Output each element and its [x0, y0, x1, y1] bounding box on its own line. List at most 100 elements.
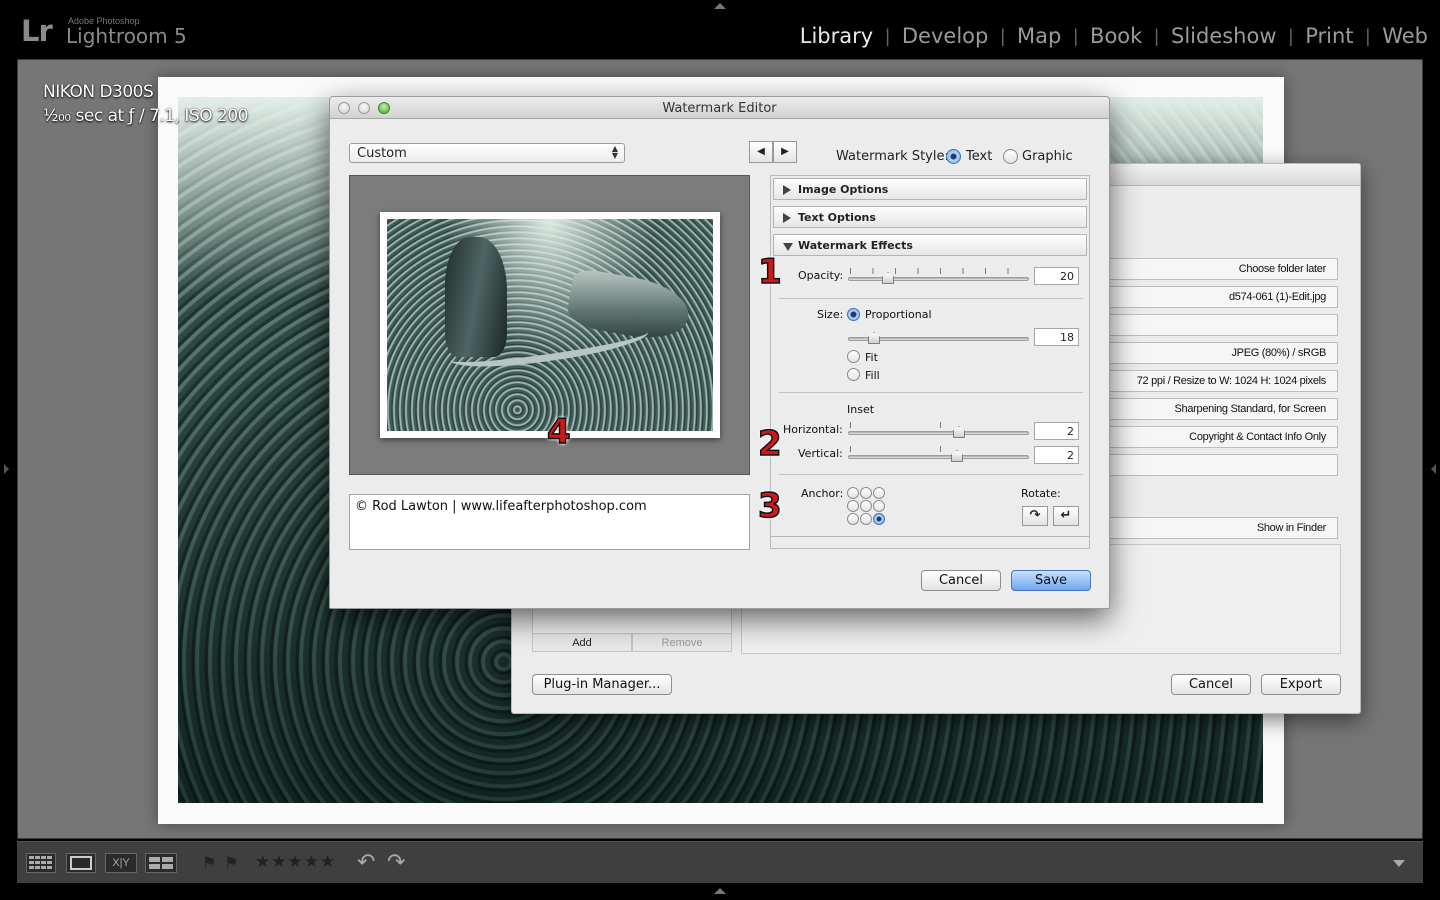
divider	[779, 392, 1083, 393]
rotate-right-icon[interactable]: ↷	[387, 849, 405, 875]
size-slider-thumb[interactable]	[868, 332, 880, 344]
anchor-top-center[interactable]	[860, 487, 872, 499]
text-options-header[interactable]: Text Options	[773, 206, 1087, 228]
module-develop[interactable]: Develop	[902, 24, 988, 48]
size-fill-radio[interactable]	[847, 368, 860, 381]
module-map[interactable]: Map	[1017, 24, 1061, 48]
horizontal-inset-slider[interactable]	[848, 431, 1029, 435]
flag-icon[interactable]: ⚑	[202, 853, 216, 873]
preset-select[interactable]: Custom ▲ ▼	[349, 143, 625, 163]
survey-view-icon[interactable]	[145, 853, 177, 873]
preview-photo	[387, 219, 713, 431]
anchor-bottom-right[interactable]	[873, 513, 885, 525]
add-preset-button[interactable]: Add	[532, 633, 632, 652]
export-cancel-button[interactable]: Cancel	[1171, 674, 1251, 695]
next-image-button[interactable]: ▶	[773, 141, 797, 163]
compare-view-icon[interactable]: X|Y	[105, 853, 137, 873]
size-proportional-label: Proportional	[865, 308, 932, 321]
image-sizing-row[interactable]: 72 ppi / Resize to W: 1024 H: 1024 pixel…	[1108, 370, 1338, 392]
bottom-panel-toggle[interactable]	[714, 888, 726, 894]
module-separator: |	[1000, 25, 1006, 46]
toolbar: X|Y ⚑ ⚑ ★★★★★ ↶ ↷	[17, 841, 1423, 883]
anchor-bottom-left[interactable]	[847, 513, 859, 525]
size-label: Size:	[817, 308, 844, 321]
inset-label: Inset	[847, 403, 875, 416]
video-row[interactable]	[1108, 314, 1338, 336]
top-panel-toggle[interactable]	[714, 3, 726, 9]
grid-view-icon[interactable]	[26, 853, 56, 873]
divider	[779, 474, 1083, 475]
plugin-manager-button[interactable]: Plug-in Manager...	[532, 674, 672, 695]
opacity-label: Opacity:	[798, 269, 844, 282]
module-book[interactable]: Book	[1090, 24, 1142, 48]
opacity-slider[interactable]	[848, 277, 1029, 281]
style-text-radio[interactable]	[946, 149, 961, 164]
toolbar-menu-icon[interactable]	[1393, 860, 1405, 867]
title-bar[interactable]: Watermark Editor	[330, 97, 1109, 119]
anchor-bottom-center[interactable]	[860, 513, 872, 525]
preview-image-frame	[380, 212, 720, 438]
horizontal-ticks	[850, 422, 1030, 428]
size-fit-label: Fit	[865, 351, 878, 364]
horizontal-field[interactable]: 2	[1034, 422, 1079, 440]
module-picker: Library | Develop | Map | Book | Slidesh…	[800, 24, 1428, 48]
module-separator: |	[885, 25, 890, 46]
vertical-inset-slider[interactable]	[848, 455, 1029, 459]
opacity-field[interactable]: 20	[1034, 267, 1079, 285]
watermark-style-label: Watermark Style:	[836, 149, 949, 164]
left-panel-toggle[interactable]	[4, 464, 9, 474]
rotate-left-icon[interactable]: ↶	[357, 849, 375, 875]
star-rating[interactable]: ★★★★★	[255, 852, 336, 872]
vertical-field[interactable]: 2	[1034, 446, 1079, 464]
anchor-middle-left[interactable]	[847, 500, 859, 512]
watermark-text-input[interactable]: © Rod Lawton | www.lifeafterphotoshop.co…	[349, 494, 750, 550]
cancel-button[interactable]: Cancel	[921, 570, 1001, 591]
reject-flag-icon[interactable]: ⚑	[224, 853, 238, 873]
image-options-label: Image Options	[798, 183, 889, 196]
callout-4: 4	[546, 411, 571, 453]
anchor-top-right[interactable]	[873, 487, 885, 499]
module-separator: |	[1154, 25, 1159, 46]
watermark-effects-label: Watermark Effects	[798, 239, 913, 252]
rotate-label: Rotate:	[1021, 487, 1061, 500]
module-print[interactable]: Print	[1305, 24, 1353, 48]
anchor-label: Anchor:	[801, 487, 844, 500]
module-separator: |	[1365, 25, 1371, 46]
horizontal-label: Horizontal:	[783, 423, 843, 436]
file-naming-row[interactable]: d574-061 (1)-Edit.jpg	[1108, 286, 1338, 308]
anchor-center[interactable]	[860, 500, 872, 512]
watermark-effects-header[interactable]: Watermark Effects	[773, 234, 1087, 256]
rotate-clockwise-button[interactable]: ↷	[1022, 506, 1048, 526]
watermark-options-panel: Image Options Text Options Watermark Eff…	[770, 175, 1090, 549]
rotate-counterclockwise-button[interactable]: ↵	[1053, 506, 1079, 526]
style-text-label: Text	[966, 149, 993, 164]
previous-image-button[interactable]: ◀	[749, 141, 773, 163]
image-options-header[interactable]: Image Options	[773, 178, 1087, 200]
post-processing-row[interactable]: Show in Finder	[1108, 517, 1338, 539]
export-location-row[interactable]: Choose folder later	[1108, 258, 1338, 280]
anchor-middle-right[interactable]	[873, 500, 885, 512]
export-button[interactable]: Export	[1261, 674, 1341, 695]
watermark-editor-dialog: Watermark Editor Custom ▲ ▼ ◀ ▶ Watermark…	[329, 96, 1110, 609]
output-sharpening-row[interactable]: Sharpening Standard, for Screen	[1108, 398, 1338, 420]
module-web[interactable]: Web	[1382, 24, 1428, 48]
anchor-top-left[interactable]	[847, 487, 859, 499]
module-library[interactable]: Library	[800, 24, 873, 48]
divider	[771, 536, 1089, 537]
vertical-label: Vertical:	[798, 447, 843, 460]
size-proportional-radio[interactable]	[847, 308, 860, 321]
size-fit-radio[interactable]	[847, 350, 860, 363]
module-slideshow[interactable]: Slideshow	[1171, 24, 1277, 48]
metadata-row[interactable]: Copyright & Contact Info Only	[1108, 426, 1338, 448]
save-button[interactable]: Save	[1011, 570, 1091, 591]
size-field[interactable]: 18	[1034, 328, 1079, 346]
file-settings-row[interactable]: JPEG (80%) / sRGB	[1108, 342, 1338, 364]
divider	[779, 298, 1083, 299]
right-panel-toggle[interactable]	[1431, 464, 1436, 474]
module-bar: Lr Adobe Photoshop Lightroom 5 Library |…	[0, 0, 1440, 58]
remove-preset-button[interactable]: Remove	[632, 633, 732, 652]
style-graphic-radio[interactable]	[1003, 149, 1018, 164]
loupe-view-icon[interactable]	[66, 853, 96, 873]
info-overlay: NIKON D300S ¹⁄₂₀₀ sec at ƒ / 7.1, ISO 20…	[43, 82, 248, 126]
watermarking-row[interactable]	[1108, 454, 1338, 476]
